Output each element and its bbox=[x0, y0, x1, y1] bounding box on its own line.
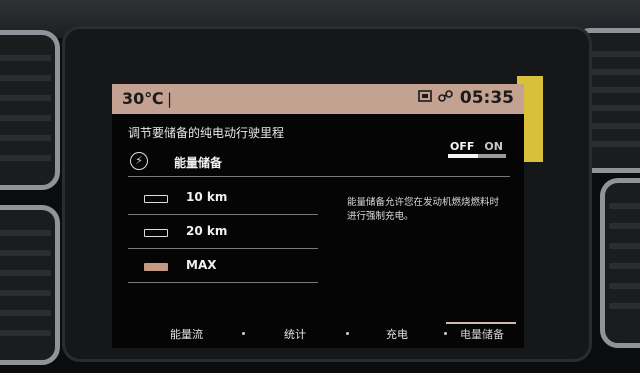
option-label: MAX bbox=[186, 258, 217, 272]
active-tab-indicator bbox=[446, 322, 516, 324]
air-vent-left-top bbox=[0, 30, 60, 190]
air-vent-left-bottom bbox=[0, 205, 60, 365]
bottom-tab-bar: 能量流 统计 充电 电量储备 bbox=[112, 322, 524, 348]
option-max[interactable]: MAX bbox=[144, 256, 324, 278]
infotainment-screen: 30℃ | 05:35 调节要储备的纯电动行驶里程 ⚡ 能量储备 OFF ON … bbox=[112, 84, 524, 348]
tab-separator bbox=[242, 332, 245, 335]
display-icon bbox=[418, 89, 432, 107]
tab-energy-flow[interactable]: 能量流 bbox=[170, 326, 203, 342]
link-icon bbox=[438, 89, 454, 107]
description-text: 能量储备允许您在发动机燃烧燃料时进行强制充电。 bbox=[347, 197, 500, 222]
clock: 05:35 bbox=[459, 88, 514, 108]
lightning-icon: ⚡ bbox=[130, 152, 148, 170]
page-title: 调节要储备的纯电动行驶里程 bbox=[128, 126, 285, 140]
range-indicator-icon bbox=[144, 229, 168, 237]
tab-separator bbox=[444, 332, 447, 335]
divider bbox=[128, 248, 318, 249]
energy-reserve-toggle[interactable]: OFF ON bbox=[450, 140, 503, 153]
toggle-on-label[interactable]: ON bbox=[484, 140, 503, 153]
option-label: 10 km bbox=[186, 190, 228, 204]
option-label: 20 km bbox=[186, 224, 228, 238]
tab-energy-reserve[interactable]: 电量储备 bbox=[460, 326, 504, 342]
toggle-knob[interactable] bbox=[448, 154, 478, 158]
divider bbox=[128, 282, 318, 283]
tab-statistics[interactable]: 统计 bbox=[284, 326, 306, 342]
option-20km[interactable]: 20 km bbox=[144, 222, 324, 244]
status-separator: | bbox=[167, 90, 173, 108]
status-right-group: 05:35 bbox=[418, 88, 514, 108]
tab-separator bbox=[346, 332, 349, 335]
toggle-off-label[interactable]: OFF bbox=[450, 140, 474, 153]
divider bbox=[128, 176, 510, 177]
air-vent-right-bottom bbox=[600, 178, 640, 348]
option-10km[interactable]: 10 km bbox=[144, 188, 324, 210]
range-indicator-selected-icon bbox=[144, 263, 168, 271]
temperature-readout[interactable]: 30℃ bbox=[122, 89, 164, 108]
energy-reserve-label: 能量储备 bbox=[174, 156, 223, 170]
range-indicator-icon bbox=[144, 195, 168, 203]
status-bar: 30℃ | 05:35 bbox=[112, 84, 524, 114]
tab-charging[interactable]: 充电 bbox=[386, 326, 408, 342]
toggle-track[interactable] bbox=[448, 154, 506, 158]
divider bbox=[128, 214, 318, 215]
